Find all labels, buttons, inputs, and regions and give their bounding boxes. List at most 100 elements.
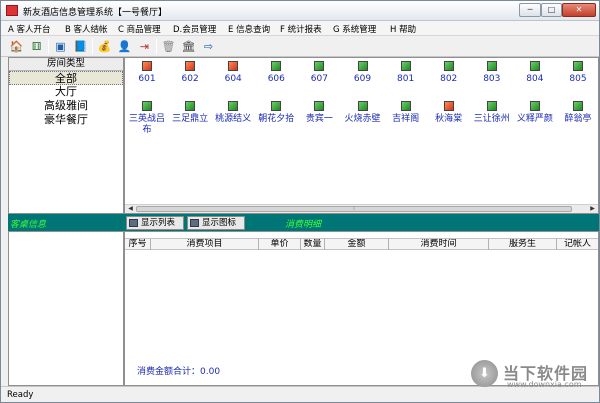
room-tile[interactable]: 801 — [386, 61, 426, 85]
room-label: 602 — [181, 74, 199, 84]
show-icons-button[interactable]: 显示图标 — [187, 216, 245, 230]
exit-icon[interactable]: ⇨ — [200, 38, 217, 55]
book-icon[interactable]: 📘 — [72, 38, 89, 55]
room-free-icon — [271, 101, 282, 111]
bank-icon[interactable]: 🏛 — [180, 38, 197, 55]
column-header-quantity[interactable]: 数量 — [301, 239, 325, 250]
room-free-icon — [314, 61, 325, 71]
column-header-waiter[interactable]: 服务生 — [489, 239, 557, 250]
room-tile[interactable]: 三足鼎立 — [170, 101, 210, 125]
room-tile[interactable]: 803 — [472, 61, 512, 85]
column-header-index[interactable]: 序号 — [125, 239, 151, 250]
room-type-item[interactable]: 高级雅间 — [9, 99, 123, 113]
horizontal-scrollbar[interactable]: ◀ ⁞ ▶ — [125, 204, 598, 213]
menu-item-products[interactable]: C 商品管理 — [118, 23, 161, 35]
room-label: 805 — [569, 74, 587, 84]
room-free-icon — [357, 61, 368, 71]
show-icons-label: 显示图标 — [202, 218, 237, 228]
room-tile[interactable]: 秋海棠 — [429, 101, 469, 125]
menu-item-system[interactable]: G 系统管理 — [333, 23, 376, 35]
room-occupied-icon — [443, 101, 454, 111]
room-label: 吉祥阁 — [392, 114, 420, 124]
open-table-icon[interactable]: 🏠 — [8, 38, 25, 55]
room-label: 606 — [267, 74, 285, 84]
column-header-item[interactable]: 消费项目 — [151, 239, 259, 250]
tables-icon[interactable]: ⚅ — [28, 38, 45, 55]
room-label: 义释严颜 — [516, 114, 553, 124]
column-header-time[interactable]: 消费时间 — [389, 239, 489, 250]
room-label: 801 — [397, 74, 415, 84]
minimize-button[interactable]: ─ — [519, 3, 541, 17]
consumption-grid-header: 序号 消费项目 单价 数量 金额 消费时间 服务生 记帐人 — [125, 238, 598, 250]
maximize-button[interactable]: □ — [541, 3, 562, 17]
member-icon[interactable]: 👤 — [116, 38, 133, 55]
room-free-icon — [228, 101, 239, 111]
room-tile[interactable]: 朝花夕拾 — [256, 101, 296, 125]
menu-item-reports[interactable]: F 统计报表 — [280, 23, 322, 35]
consumption-title: 消费明细 — [285, 220, 322, 230]
room-tile[interactable]: 606 — [256, 61, 296, 85]
room-grid: 601 602 604 606 607 609 801 802 803 804 805 三英战吕布 三足… — [124, 57, 599, 214]
room-free-icon — [529, 61, 540, 71]
room-tile[interactable]: 吉祥阁 — [386, 101, 426, 125]
room-tile[interactable]: 609 — [343, 61, 383, 85]
trash-icon[interactable]: 🗑 — [160, 38, 177, 55]
menu-item-query[interactable]: E 信息查询 — [228, 23, 270, 35]
room-free-icon — [486, 61, 497, 71]
room-label: 桃源结义 — [215, 114, 252, 124]
room-label: 802 — [440, 74, 458, 84]
room-type-item[interactable]: 大厅 — [9, 85, 123, 99]
room-type-list: 房间类型 全部 大厅 高级雅间 豪华餐厅 — [8, 57, 124, 214]
room-type-item[interactable]: 豪华餐厅 — [9, 113, 123, 127]
room-label: 秋海棠 — [435, 114, 463, 124]
status-text: Ready — [7, 390, 34, 400]
room-tile[interactable]: 601 — [127, 61, 167, 85]
close-button[interactable]: ✕ — [562, 3, 596, 17]
room-free-icon — [185, 101, 196, 111]
room-tile[interactable]: 604 — [213, 61, 253, 85]
menu-item-open-table[interactable]: A 客人开台 — [8, 23, 51, 35]
room-tile[interactable]: 火烧赤壁 — [343, 101, 383, 125]
app-icon — [6, 5, 18, 16]
room-tile[interactable]: 三英战吕布 — [127, 101, 167, 136]
room-free-icon — [314, 101, 325, 111]
room-free-icon — [271, 61, 282, 71]
room-tile[interactable]: 802 — [429, 61, 469, 85]
room-tile[interactable]: 桃源结义 — [213, 101, 253, 125]
room-tile[interactable]: 804 — [515, 61, 555, 85]
room-label: 803 — [483, 74, 501, 84]
room-label: 三足鼎立 — [172, 114, 209, 124]
logout-icon[interactable]: ⇥ — [136, 38, 153, 55]
room-tile[interactable]: 贵宾一 — [299, 101, 339, 125]
menu-item-members[interactable]: D.会员管理 — [173, 23, 216, 35]
room-tile[interactable]: 三让徐州 — [472, 101, 512, 125]
menu-item-help[interactable]: H 帮助 — [390, 23, 416, 35]
column-header-price[interactable]: 单价 — [259, 239, 301, 250]
scroll-left-icon[interactable]: ◀ — [126, 205, 135, 213]
column-header-recorder[interactable]: 记帐人 — [557, 239, 598, 250]
icons-icon — [190, 219, 199, 227]
room-tile[interactable]: 805 — [558, 61, 598, 85]
room-label: 火烧赤壁 — [344, 114, 381, 124]
monitor-icon[interactable]: ▣ — [52, 38, 69, 55]
room-free-icon — [443, 61, 454, 71]
room-free-icon — [142, 101, 152, 111]
room-free-icon — [486, 101, 497, 111]
room-tile[interactable]: 607 — [299, 61, 339, 85]
room-free-icon — [573, 61, 583, 71]
download-arrow-icon: ⬇ — [471, 360, 498, 387]
room-occupied-icon — [142, 61, 152, 71]
column-header-amount[interactable]: 金额 — [325, 239, 389, 250]
room-label: 三英战吕布 — [128, 114, 165, 135]
customer-info-title: 客桌信息 — [10, 220, 47, 230]
money-bag-icon[interactable]: 💰 — [96, 38, 113, 55]
scroll-thumb[interactable]: ⁞ — [136, 206, 572, 212]
list-icon — [129, 219, 138, 227]
room-type-item[interactable]: 全部 — [9, 71, 123, 85]
room-tile[interactable]: 602 — [170, 61, 210, 85]
room-tile[interactable]: 义释严颜 — [515, 101, 555, 125]
scroll-right-icon[interactable]: ▶ — [588, 205, 597, 213]
room-tile[interactable]: 醉翁亭 — [558, 101, 598, 125]
show-list-button[interactable]: 显示列表 — [126, 216, 184, 230]
menu-item-checkout[interactable]: B 客人结帐 — [65, 23, 108, 35]
